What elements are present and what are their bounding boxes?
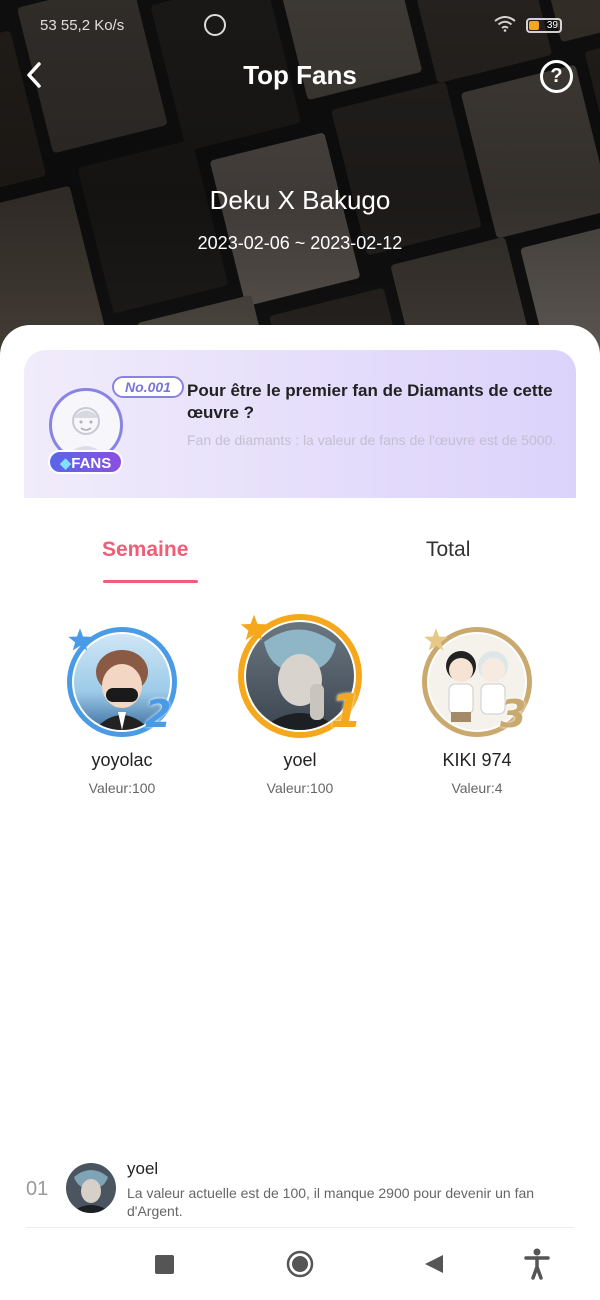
fans-badge: ◆FANS [48,450,123,474]
help-question-icon[interactable]: ? [540,60,573,93]
hero-banner [0,0,600,360]
work-title: Deku X Bakugo [209,185,391,215]
wifi-icon [494,16,516,32]
accessibility-icon[interactable] [524,1248,550,1280]
square-stop-icon[interactable] [155,1255,174,1274]
network-speed: 53 55,2 Ko/s [40,17,125,34]
battery-level: 39 [546,20,558,31]
active-tab-indicator [103,580,198,583]
date-range: 2023-02-06 ~ 2023-02-12 [197,233,403,253]
avatar [66,1163,116,1213]
battery-icon: 39 [526,18,562,33]
triangle-back-icon[interactable] [423,1253,445,1275]
rank-number: 2 [145,692,172,736]
tab-semaine[interactable]: Semaine [102,538,188,562]
circle-home-icon[interactable] [286,1250,314,1278]
fan-value: Valeur:4 [451,780,503,796]
fan-name: yoel [283,750,317,770]
crown-star-icon [240,614,268,640]
page-title: Top Fans [243,60,357,90]
promo-subtext: Fan de diamants : la valeur de fans de l… [187,432,557,448]
fan-value: Valeur:100 [266,780,334,796]
tab-total[interactable]: Total [426,538,470,562]
diamond-icon: ◆ [59,455,72,472]
whatsapp-icon [204,14,226,36]
list-fan-message: La valeur actuelle est de 100, il manque… [127,1185,535,1219]
rank-number: 3 [500,692,527,736]
rank-number: 1 [330,684,363,738]
crown-star-icon [424,628,448,651]
fan-value: Valeur:100 [88,780,156,796]
status-bar: 53 55,2 Ko/s 39 [0,10,600,40]
list-position: 01 [26,1178,49,1200]
promo-heading: Pour être le premier fan de Diamants de … [187,381,553,422]
list-fan-name: yoel [127,1159,159,1178]
fans-badge-label: FANS [71,455,112,472]
rank-number-badge: No.001 [112,376,184,398]
system-nav-bar [0,1228,600,1300]
crown-star-icon [68,628,92,651]
fan-name: yoyolac [91,750,153,770]
fan-name: KIKI 974 [442,750,512,770]
